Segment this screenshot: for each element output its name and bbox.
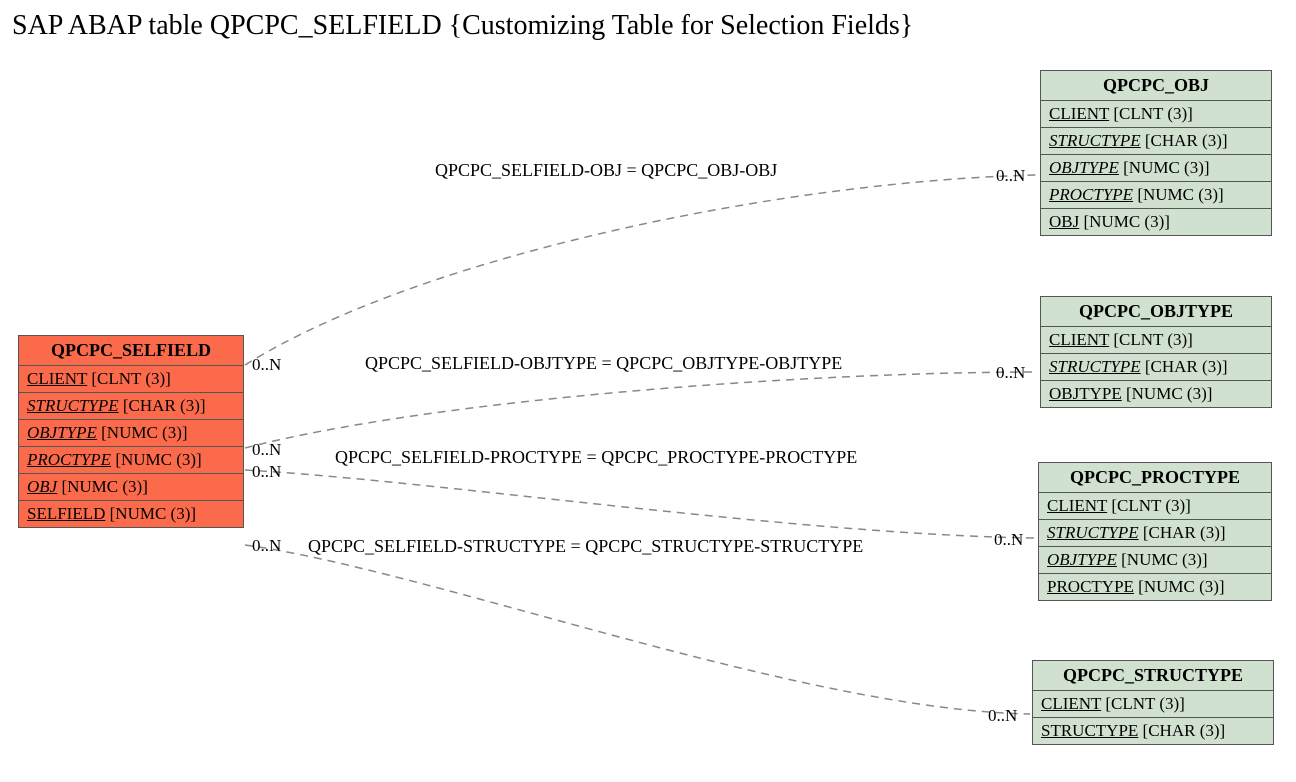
relation-label-objtype: QPCPC_SELFIELD-OBJTYPE = QPCPC_OBJTYPE-O…	[365, 353, 842, 374]
field-type: [CLNT (3)]	[1107, 496, 1191, 515]
cardinality-right: 0..N	[988, 706, 1017, 726]
field-key: PROCTYPE	[1047, 577, 1134, 596]
field-type: [CLNT (3)]	[1101, 694, 1185, 713]
field-type: [NUMC (3)]	[1133, 185, 1224, 204]
entity-field: CLIENT [CLNT (3)]	[19, 366, 243, 393]
field-key: STRUCTYPE	[1049, 357, 1141, 376]
field-key: CLIENT	[1047, 496, 1107, 515]
entity-field: CLIENT [CLNT (3)]	[1041, 101, 1271, 128]
field-type: [CHAR (3)]	[1141, 131, 1228, 150]
field-type: [CLNT (3)]	[1109, 104, 1193, 123]
field-key: OBJTYPE	[1047, 550, 1117, 569]
field-key: PROCTYPE	[27, 450, 111, 469]
entity-field: STRUCTYPE [CHAR (3)]	[1041, 128, 1271, 155]
field-key: SELFIELD	[27, 504, 105, 523]
field-type: [NUMC (3)]	[57, 477, 148, 496]
field-key: OBJTYPE	[1049, 384, 1122, 403]
field-type: [NUMC (3)]	[1117, 550, 1208, 569]
field-key: CLIENT	[1049, 330, 1109, 349]
field-key: PROCTYPE	[1049, 185, 1133, 204]
field-key: STRUCTYPE	[27, 396, 119, 415]
entity-qpcpc-proctype: QPCPC_PROCTYPE CLIENT [CLNT (3)]STRUCTYP…	[1038, 462, 1272, 601]
relation-label-proctype: QPCPC_SELFIELD-PROCTYPE = QPCPC_PROCTYPE…	[335, 447, 857, 468]
field-type: [NUMC (3)]	[1079, 212, 1170, 231]
cardinality-left: 0..N	[252, 355, 281, 375]
cardinality-right: 0..N	[996, 166, 1025, 186]
entity-field: PROCTYPE [NUMC (3)]	[19, 447, 243, 474]
entity-field: OBJTYPE [NUMC (3)]	[19, 420, 243, 447]
entity-header: QPCPC_OBJTYPE	[1041, 297, 1271, 327]
field-type: [NUMC (3)]	[111, 450, 202, 469]
cardinality-right: 0..N	[996, 363, 1025, 383]
entity-field: STRUCTYPE [CHAR (3)]	[19, 393, 243, 420]
field-key: OBJ	[27, 477, 57, 496]
entity-field: STRUCTYPE [CHAR (3)]	[1039, 520, 1271, 547]
entity-header: QPCPC_STRUCTYPE	[1033, 661, 1273, 691]
cardinality-right: 0..N	[994, 530, 1023, 550]
field-type: [CHAR (3)]	[1139, 523, 1226, 542]
field-key: OBJ	[1049, 212, 1079, 231]
field-key: OBJTYPE	[1049, 158, 1119, 177]
entity-field: CLIENT [CLNT (3)]	[1041, 327, 1271, 354]
page-title: SAP ABAP table QPCPC_SELFIELD {Customizi…	[12, 10, 913, 42]
entity-field: OBJTYPE [NUMC (3)]	[1041, 155, 1271, 182]
entity-field: OBJ [NUMC (3)]	[19, 474, 243, 501]
field-type: [CHAR (3)]	[1141, 357, 1228, 376]
entity-field: CLIENT [CLNT (3)]	[1033, 691, 1273, 718]
entity-header: QPCPC_OBJ	[1041, 71, 1271, 101]
field-key: CLIENT	[1041, 694, 1101, 713]
entity-field: STRUCTYPE [CHAR (3)]	[1033, 718, 1273, 744]
relation-label-obj: QPCPC_SELFIELD-OBJ = QPCPC_OBJ-OBJ	[435, 160, 777, 181]
field-key: STRUCTYPE	[1047, 523, 1139, 542]
field-type: [NUMC (3)]	[1119, 158, 1210, 177]
entity-qpcpc-objtype: QPCPC_OBJTYPE CLIENT [CLNT (3)]STRUCTYPE…	[1040, 296, 1272, 408]
cardinality-left: 0..N	[252, 462, 281, 482]
cardinality-left: 0..N	[252, 536, 281, 556]
field-type: [NUMC (3)]	[97, 423, 188, 442]
entity-field: OBJTYPE [NUMC (3)]	[1041, 381, 1271, 407]
entity-qpcpc-obj: QPCPC_OBJ CLIENT [CLNT (3)]STRUCTYPE [CH…	[1040, 70, 1272, 236]
field-type: [NUMC (3)]	[1122, 384, 1213, 403]
field-key: CLIENT	[27, 369, 87, 388]
field-type: [CHAR (3)]	[119, 396, 206, 415]
field-key: STRUCTYPE	[1041, 721, 1138, 740]
entity-field: PROCTYPE [NUMC (3)]	[1039, 574, 1271, 600]
entity-field: CLIENT [CLNT (3)]	[1039, 493, 1271, 520]
field-type: [CLNT (3)]	[1109, 330, 1193, 349]
cardinality-left: 0..N	[252, 440, 281, 460]
field-type: [CLNT (3)]	[87, 369, 171, 388]
entity-field: SELFIELD [NUMC (3)]	[19, 501, 243, 527]
entity-header: QPCPC_PROCTYPE	[1039, 463, 1271, 493]
diagram-canvas: SAP ABAP table QPCPC_SELFIELD {Customizi…	[0, 0, 1296, 782]
field-key: STRUCTYPE	[1049, 131, 1141, 150]
field-key: CLIENT	[1049, 104, 1109, 123]
field-type: [CHAR (3)]	[1138, 721, 1225, 740]
entity-field: OBJ [NUMC (3)]	[1041, 209, 1271, 235]
entity-field: OBJTYPE [NUMC (3)]	[1039, 547, 1271, 574]
entity-field: PROCTYPE [NUMC (3)]	[1041, 182, 1271, 209]
entity-qpcpc-structype: QPCPC_STRUCTYPE CLIENT [CLNT (3)]STRUCTY…	[1032, 660, 1274, 745]
entity-field: STRUCTYPE [CHAR (3)]	[1041, 354, 1271, 381]
entity-header: QPCPC_SELFIELD	[19, 336, 243, 366]
field-type: [NUMC (3)]	[105, 504, 196, 523]
relation-label-structype: QPCPC_SELFIELD-STRUCTYPE = QPCPC_STRUCTY…	[308, 536, 863, 557]
entity-qpcpc-selfield: QPCPC_SELFIELD CLIENT [CLNT (3)]STRUCTYP…	[18, 335, 244, 528]
field-key: OBJTYPE	[27, 423, 97, 442]
field-type: [NUMC (3)]	[1134, 577, 1225, 596]
